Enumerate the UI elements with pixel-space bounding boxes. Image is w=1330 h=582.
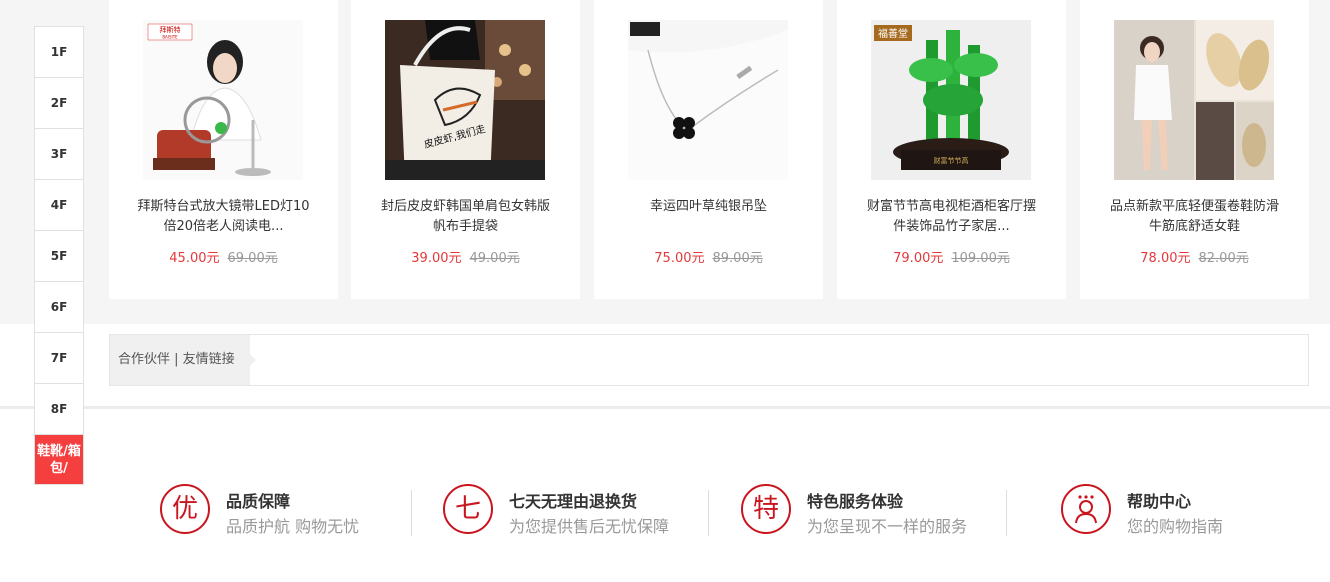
brand-sub: BAISITE <box>162 35 178 40</box>
floor-nav-item-5f[interactable]: 5F <box>35 231 83 282</box>
floor-nav-item-1f[interactable]: 1F <box>35 27 83 78</box>
service-title: 帮助中心 <box>1127 492 1192 511</box>
partner-links-panel: 合作伙伴 | 友情链接 <box>109 334 1309 386</box>
product-card[interactable]: 幸运四叶草纯银吊坠 75.00元 89.00元 <box>594 0 823 299</box>
floor-nav-item-7f[interactable]: 7F <box>35 333 83 384</box>
product-card[interactable]: 福善堂 财富节节高 财富节节高电视柜酒柜客厅摆件装饰品竹子家居... 79.00… <box>837 0 1066 299</box>
product-price: 39.00元 <box>411 251 462 266</box>
product-old-price: 109.00元 <box>951 251 1010 266</box>
partner-links-label: 合作伙伴 | 友情链接 <box>110 335 250 385</box>
product-price: 79.00元 <box>893 251 944 266</box>
service-subtitle: 您的购物指南 <box>1127 517 1224 536</box>
product-title[interactable]: 品点新款平底轻便蛋卷鞋防滑牛筋底舒适女鞋 <box>1104 197 1285 237</box>
service-subtitle: 品质护航 购物无忧 <box>226 517 360 536</box>
product-image[interactable]: 皮皮虾,我们走 <box>385 20 545 180</box>
service-title: 特色服务体验 <box>807 492 904 511</box>
product-prices: 45.00元 69.00元 <box>109 247 338 266</box>
product-title[interactable]: 财富节节高电视柜酒柜客厅摆件装饰品竹子家居... <box>861 197 1042 237</box>
partner-arrow-icon <box>250 354 256 366</box>
service-seven-day-return[interactable]: 七 七天无理由退换货 为您提供售后无忧保障 <box>443 484 693 540</box>
product-prices: 78.00元 82.00元 <box>1080 247 1309 266</box>
floor-nav-item-2f[interactable]: 2F <box>35 78 83 129</box>
product-old-price: 49.00元 <box>469 251 520 266</box>
service-subtitle: 为您呈现不一样的服务 <box>807 517 968 536</box>
product-card[interactable]: 品点新款平底轻便蛋卷鞋防滑牛筋底舒适女鞋 78.00元 82.00元 <box>1080 0 1309 299</box>
product-old-price: 69.00元 <box>227 251 278 266</box>
floor-nav-item-8f[interactable]: 8F <box>35 384 83 435</box>
floor-nav-item-6f[interactable]: 6F <box>35 282 83 333</box>
product-image[interactable]: 福善堂 财富节节高 <box>871 20 1031 180</box>
service-help-center[interactable]: 帮助中心 您的购物指南 <box>1061 484 1281 540</box>
product-old-price: 82.00元 <box>1198 251 1249 266</box>
section-divider <box>0 406 1330 409</box>
product-image[interactable] <box>628 20 788 180</box>
product-image[interactable] <box>1114 20 1274 180</box>
product-prices: 39.00元 49.00元 <box>351 247 580 266</box>
service-special[interactable]: 特 特色服务体验 为您呈现不一样的服务 <box>741 484 991 540</box>
product-title[interactable]: 拜斯特台式放大镜带LED灯10倍20倍老人阅读电... <box>133 197 314 237</box>
service-quality[interactable]: 优 品质保障 品质护航 购物无忧 <box>160 484 400 540</box>
quality-icon: 优 <box>160 484 210 534</box>
service-title: 七天无理由退换货 <box>509 492 638 511</box>
product-old-price: 89.00元 <box>712 251 763 266</box>
brand-tag: 福善堂 <box>878 27 908 40</box>
service-separator <box>1006 490 1007 536</box>
product-prices: 75.00元 89.00元 <box>594 247 823 266</box>
floor-nav-item-3f[interactable]: 3F <box>35 129 83 180</box>
product-card[interactable]: 皮皮虾,我们走 封后皮皮虾韩国单肩包女韩版帆布手提袋 39.00元 49.00元 <box>351 0 580 299</box>
brand-tag: 拜斯特 <box>160 25 181 34</box>
special-icon: 特 <box>741 484 791 534</box>
floor-nav-item-4f[interactable]: 4F <box>35 180 83 231</box>
product-image[interactable]: 拜斯特 BAISITE <box>143 20 303 180</box>
service-guarantee-bar: 优 品质保障 品质护航 购物无忧 七 七天无理由退换货 为您提供售后无忧保障 特… <box>0 470 1330 550</box>
service-separator <box>411 490 412 536</box>
product-price: 75.00元 <box>654 251 705 266</box>
product-prices: 79.00元 109.00元 <box>837 247 1066 266</box>
seven-day-icon: 七 <box>443 484 493 534</box>
service-separator <box>708 490 709 536</box>
service-title: 品质保障 <box>226 492 291 511</box>
product-title[interactable]: 封后皮皮虾韩国单肩包女韩版帆布手提袋 <box>375 197 556 237</box>
service-subtitle: 为您提供售后无忧保障 <box>509 517 670 536</box>
floor-nav: 1F 2F 3F 4F 5F 6F 7F 8F 鞋靴/箱包/ <box>34 26 84 485</box>
product-price: 78.00元 <box>1140 251 1191 266</box>
base-text: 财富节节高 <box>934 156 969 165</box>
help-center-icon <box>1061 484 1111 534</box>
product-card[interactable]: 拜斯特 BAISITE 拜斯特台式放大镜带LED灯10倍20倍老人阅读电... … <box>109 0 338 299</box>
product-title[interactable]: 幸运四叶草纯银吊坠 <box>618 197 799 237</box>
product-price: 45.00元 <box>169 251 220 266</box>
